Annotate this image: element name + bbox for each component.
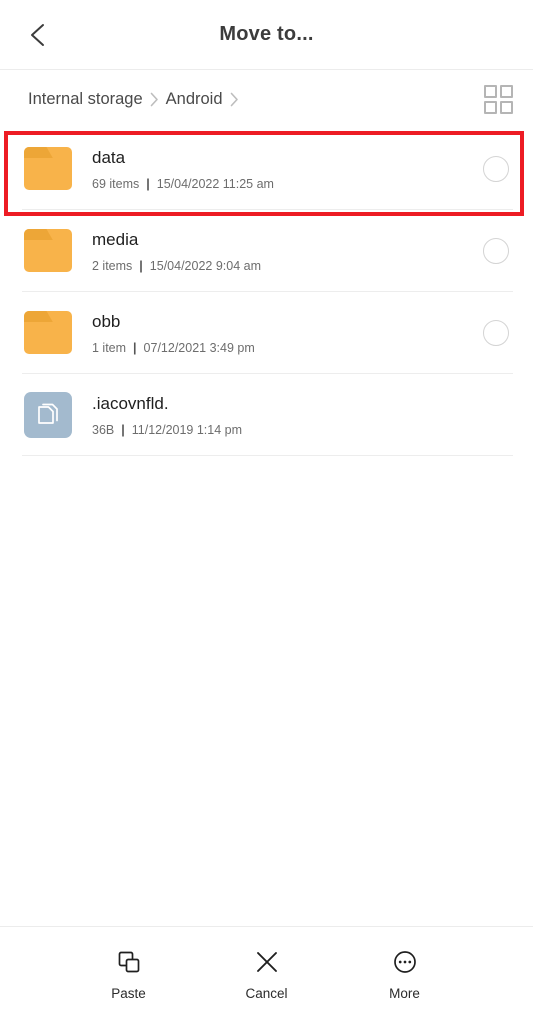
- folder-icon: [22, 307, 74, 359]
- folder-icon: [22, 225, 74, 277]
- bottom-action-bar: Paste Cancel More: [0, 926, 533, 1024]
- grid-cell: [483, 84, 497, 98]
- folder-icon: [22, 143, 74, 195]
- chevron-right-icon: [150, 92, 159, 107]
- meta-separator: |: [121, 422, 125, 437]
- list-item[interactable]: .iacovnfld. 36B | 11/12/2019 1:14 pm: [0, 374, 533, 456]
- more-button[interactable]: More: [362, 947, 448, 1001]
- list-item[interactable]: obb 1 item | 07/12/2021 3:49 pm: [0, 292, 533, 374]
- meta-separator: |: [146, 176, 150, 191]
- paste-button[interactable]: Paste: [86, 947, 172, 1001]
- breadcrumb-bar: Internal storage Android: [0, 70, 533, 128]
- list-divider: [22, 455, 513, 456]
- paste-icon: [114, 947, 144, 977]
- file-meta: 2 items | 15/04/2022 9:04 am: [92, 259, 483, 273]
- paste-label: Paste: [111, 986, 146, 1001]
- app-header: Move to...: [0, 0, 533, 70]
- grid-cell: [499, 84, 513, 98]
- select-radio[interactable]: [483, 320, 509, 346]
- document-file-icon: [22, 389, 74, 441]
- grid-cell: [499, 100, 513, 114]
- file-name: obb: [92, 311, 121, 331]
- file-name: .iacovnfld.: [92, 393, 169, 413]
- modified-date: 11/12/2019 1:14 pm: [131, 422, 243, 437]
- item-count: 69 items: [92, 176, 140, 191]
- list-item-text: .iacovnfld. 36B | 11/12/2019 1:14 pm: [92, 394, 483, 437]
- list-item-text: data 69 items | 15/04/2022 11:25 am: [92, 148, 483, 191]
- breadcrumb-item-internal-storage[interactable]: Internal storage: [28, 90, 143, 109]
- page-title: Move to...: [219, 23, 314, 45]
- select-radio[interactable]: [483, 156, 509, 182]
- list-item-text: media 2 items | 15/04/2022 9:04 am: [92, 230, 483, 273]
- chevron-left-icon: [31, 23, 44, 46]
- modified-date: 07/12/2021 3:49 pm: [143, 340, 255, 355]
- file-meta: 69 items | 15/04/2022 11:25 am: [92, 177, 483, 191]
- modified-date: 15/04/2022 11:25 am: [156, 176, 274, 191]
- grid-view-icon[interactable]: [481, 82, 515, 116]
- close-x-icon: [252, 947, 282, 977]
- list-item[interactable]: data 69 items | 15/04/2022 11:25 am: [0, 128, 533, 216]
- file-list: data 69 items | 15/04/2022 11:25 am medi…: [0, 128, 533, 926]
- grid-cell: [483, 100, 497, 114]
- file-meta: 36B | 11/12/2019 1:14 pm: [92, 423, 483, 437]
- file-name: data: [92, 147, 126, 167]
- back-button[interactable]: [16, 13, 60, 57]
- list-item-text: obb 1 item | 07/12/2021 3:49 pm: [92, 312, 483, 355]
- cancel-button[interactable]: Cancel: [224, 947, 310, 1001]
- file-name: media: [92, 229, 139, 249]
- item-count: 2 items: [92, 258, 133, 273]
- list-item[interactable]: media 2 items | 15/04/2022 9:04 am: [0, 210, 533, 292]
- file-size: 36B: [92, 422, 115, 437]
- modified-date: 15/04/2022 9:04 am: [149, 258, 261, 273]
- document-pages-glyph: [38, 403, 58, 424]
- meta-separator: |: [133, 340, 137, 355]
- select-radio[interactable]: [483, 238, 509, 264]
- meta-separator: |: [139, 258, 143, 273]
- chevron-right-icon-trailing: [230, 92, 239, 107]
- file-manager-move-screen: Move to... Internal storage Android data…: [0, 0, 533, 1024]
- more-ellipsis-icon: [390, 947, 420, 977]
- breadcrumb-item-android[interactable]: Android: [166, 90, 223, 109]
- file-meta: 1 item | 07/12/2021 3:49 pm: [92, 341, 483, 355]
- breadcrumb: Internal storage Android: [28, 90, 481, 109]
- item-count: 1 item: [92, 340, 127, 355]
- cancel-label: Cancel: [245, 986, 288, 1001]
- more-label: More: [389, 986, 420, 1001]
